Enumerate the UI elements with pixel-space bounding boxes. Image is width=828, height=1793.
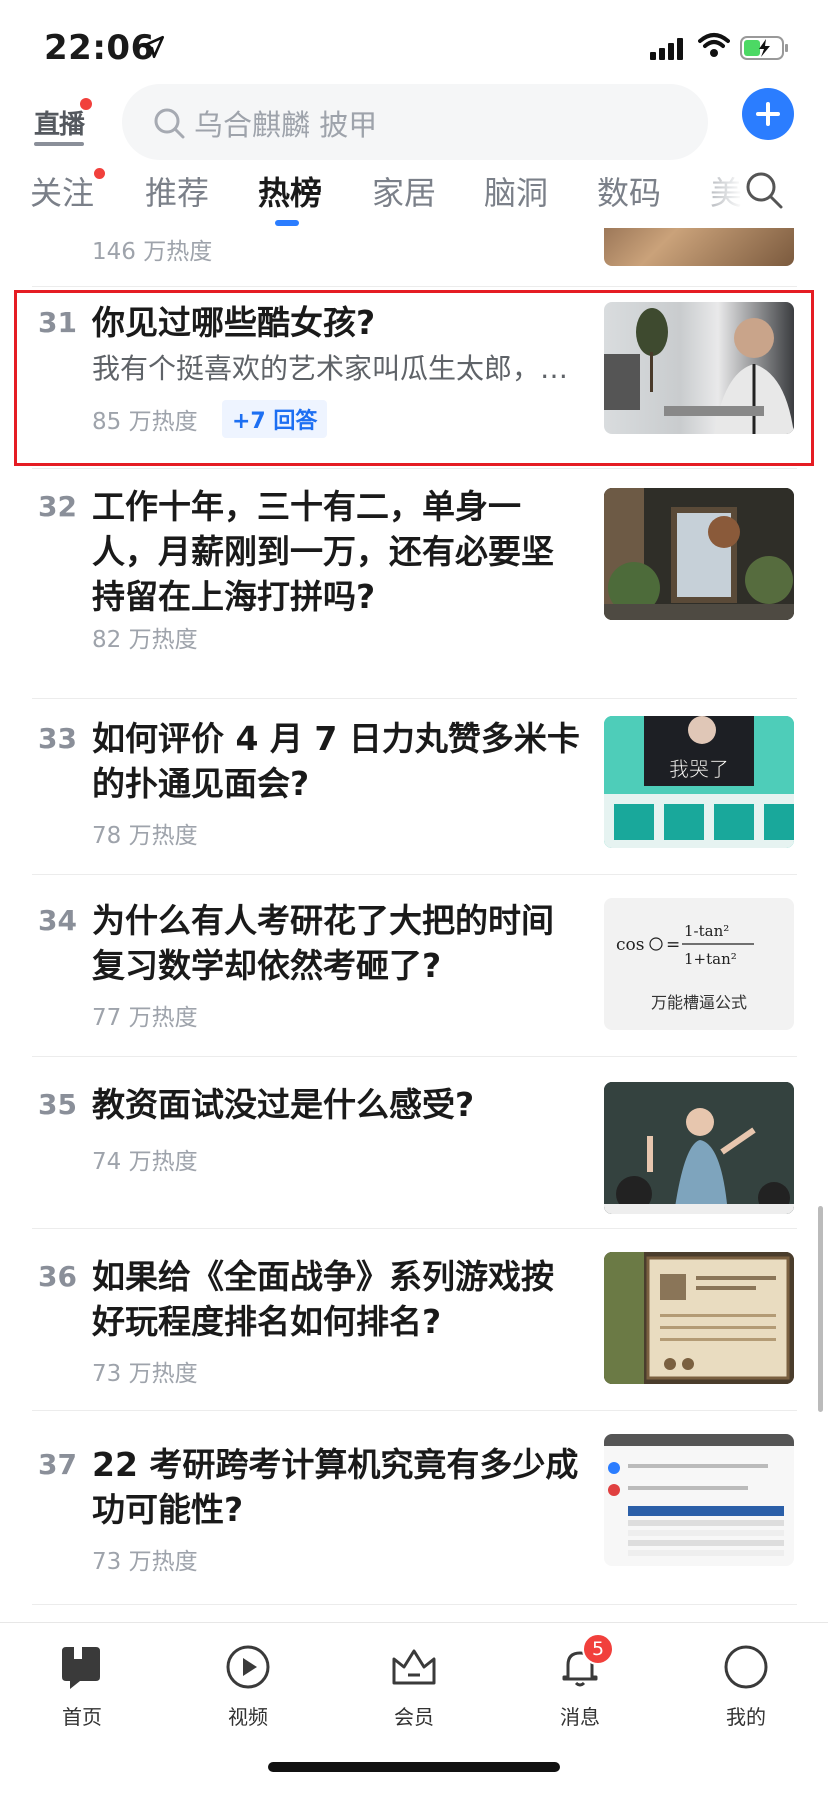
list-thumbnail: cos = 1-tan² 1+tan² 万能槽逼公式	[604, 898, 794, 1030]
question-title: 如果给《全面战争》系列游戏按好玩程度排名如何排名?	[92, 1257, 554, 1341]
message-count-badge: 5	[582, 1633, 614, 1665]
live-notification-dot	[80, 98, 92, 110]
list-item[interactable]: 37 22 考研跨考计算机究竟有多少成功可能性? 73 万热度	[32, 1434, 797, 1578]
nav-profile[interactable]: 我的	[696, 1633, 796, 1730]
rank-number: 35	[38, 1088, 77, 1121]
home-indicator	[268, 1762, 560, 1772]
nav-home[interactable]: 首页	[32, 1633, 132, 1730]
question-title: 工作十年，三十有二，单身一人，月薪刚到一万，还有必要坚持留在上海打拼吗?	[92, 487, 554, 616]
heat-count: 74 万热度	[92, 1149, 198, 1175]
tab-follow[interactable]: 关注	[30, 168, 94, 214]
heat-count: 146 万热度	[92, 239, 213, 265]
tab-brain-hole[interactable]: 脑洞	[484, 168, 548, 214]
search-placeholder: 乌合麒麟 披甲	[194, 108, 378, 142]
list-item[interactable]: 35 教资面试没过是什么感受? 74 万热度	[32, 1082, 797, 1218]
heat-count: 82 万热度	[92, 627, 198, 653]
list-thumbnail: 我哭了	[604, 716, 794, 848]
list-thumbnail	[604, 1082, 794, 1214]
rank-number: 37	[38, 1448, 77, 1481]
battery-charging-icon	[740, 36, 788, 60]
question-title: 如何评价 4 月 7 日力丸赞多米卡的扑通见面会?	[92, 719, 580, 803]
svg-text:=: =	[666, 935, 680, 955]
rank-number: 36	[38, 1260, 77, 1293]
tab-home-living[interactable]: 家居	[372, 168, 436, 214]
list-thumbnail	[604, 488, 794, 620]
nav-label: 我的	[726, 1705, 766, 1729]
thumbnail-caption: 我哭了	[669, 757, 729, 781]
video-play-icon	[224, 1643, 272, 1691]
tab-digital[interactable]: 数码	[597, 168, 661, 214]
nav-label: 视频	[228, 1705, 268, 1729]
nav-membership[interactable]: 会员	[364, 1633, 464, 1730]
active-tab-indicator	[275, 220, 299, 226]
highlight-box	[14, 290, 814, 466]
status-time: 22:06	[44, 28, 155, 68]
search-icon	[154, 108, 185, 139]
profile-icon	[722, 1643, 770, 1691]
create-plus-button[interactable]	[742, 88, 794, 140]
svg-text:1-tan²: 1-tan²	[684, 922, 729, 940]
crown-icon	[390, 1643, 438, 1691]
question-title: 为什么有人考研花了大把的时间复习数学却依然考砸了?	[92, 901, 554, 985]
thumbnail-caption: 万能槽逼公式	[651, 993, 747, 1012]
rank-number: 32	[38, 490, 77, 523]
bell-icon: 5	[556, 1633, 614, 1691]
list-thumbnail	[604, 1252, 794, 1384]
tab-recommend[interactable]: 推荐	[145, 168, 209, 214]
question-title: 22 考研跨考计算机究竟有多少成功可能性?	[92, 1445, 579, 1529]
search-bar[interactable]: 乌合麒麟 披甲	[122, 84, 708, 160]
tab-hot-list[interactable]: 热榜	[258, 168, 322, 214]
nav-label: 首页	[62, 1705, 102, 1729]
list-thumbnail	[604, 1434, 794, 1566]
location-arrow-icon	[141, 35, 165, 59]
heat-count: 78 万热度	[92, 823, 198, 849]
svg-text:cos: cos	[616, 935, 644, 955]
live-button[interactable]: 直播	[34, 96, 92, 150]
scrollbar[interactable]	[818, 1206, 823, 1412]
nav-label: 会员	[394, 1705, 434, 1729]
list-item[interactable]: 32 工作十年，三十有二，单身一人，月薪刚到一万，还有必要坚持留在上海打拼吗? …	[32, 487, 797, 660]
tab-follow-dot	[94, 168, 105, 179]
nav-video[interactable]: 视频	[198, 1633, 298, 1730]
wifi-icon	[698, 33, 730, 57]
nav-label: 消息	[560, 1705, 600, 1729]
rank-number: 33	[38, 722, 77, 755]
heat-count: 73 万热度	[92, 1361, 198, 1387]
heat-count: 73 万热度	[92, 1549, 198, 1575]
home-icon	[58, 1643, 106, 1691]
list-item[interactable]: 34 为什么有人考研花了大把的时间复习数学却依然考砸了? 77 万热度 cos …	[32, 898, 797, 1034]
nav-messages[interactable]: 5 消息	[530, 1633, 630, 1730]
list-thumbnail	[604, 228, 794, 266]
svg-text:1+tan²: 1+tan²	[684, 950, 737, 968]
heat-count: 77 万热度	[92, 1005, 198, 1031]
rank-number: 34	[38, 904, 77, 937]
question-title: 教资面试没过是什么感受?	[92, 1085, 475, 1124]
tab-search-icon[interactable]	[744, 170, 784, 210]
top-header: 直播 乌合麒麟 披甲	[0, 82, 828, 172]
cellular-signal-icon	[650, 38, 683, 60]
list-item[interactable]: 36 如果给《全面战争》系列游戏按好玩程度排名如何排名? 73 万热度	[32, 1252, 797, 1390]
list-item[interactable]: 33 如何评价 4 月 7 日力丸赞多米卡的扑通见面会? 78 万热度 我哭了	[32, 716, 797, 852]
